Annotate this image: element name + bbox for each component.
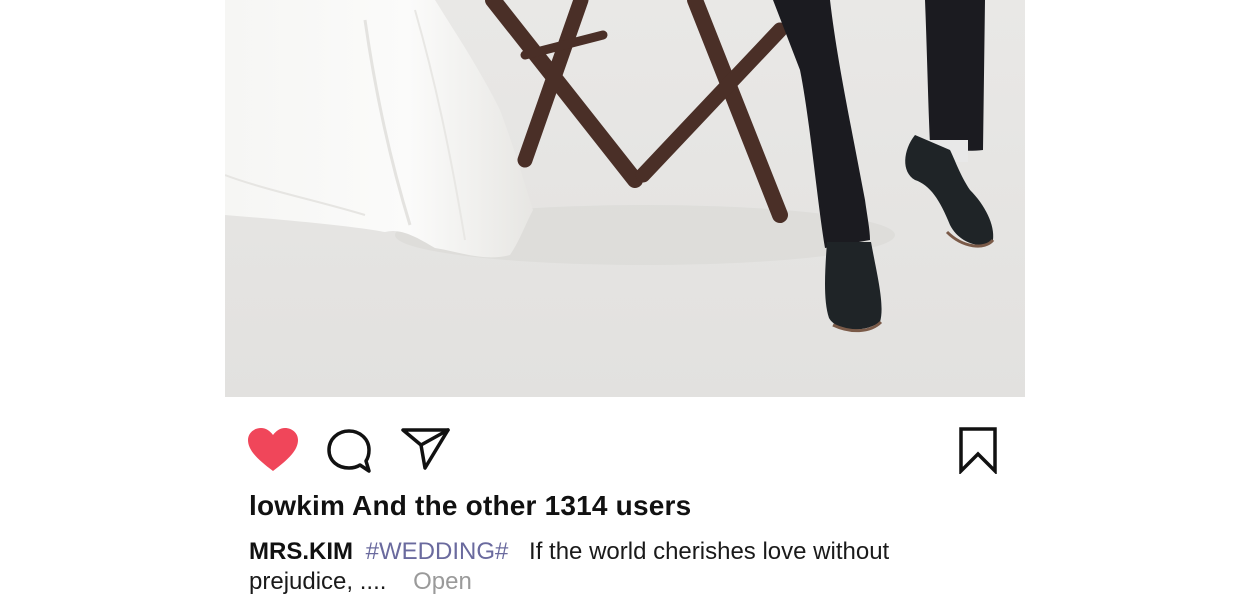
wedding-photo-illustration bbox=[225, 0, 1025, 397]
heart-icon[interactable] bbox=[247, 427, 299, 473]
likes-count[interactable]: lowkim And the other 1314 users bbox=[249, 490, 691, 522]
caption-username[interactable]: MRS.KIM bbox=[249, 538, 353, 565]
comment-icon[interactable] bbox=[326, 428, 372, 474]
bookmark-icon[interactable] bbox=[957, 426, 999, 476]
caption-open-link[interactable]: Open bbox=[413, 568, 472, 595]
post-caption: MRS.KIM #WEDDING# If the world cherishes… bbox=[249, 537, 949, 597]
post-action-bar bbox=[0, 397, 1250, 487]
share-icon[interactable] bbox=[400, 426, 452, 472]
post-photo[interactable] bbox=[225, 0, 1025, 397]
post-card: lowkim And the other 1314 users MRS.KIM … bbox=[0, 0, 1250, 614]
caption-hashtag[interactable]: #WEDDING# bbox=[366, 538, 509, 565]
